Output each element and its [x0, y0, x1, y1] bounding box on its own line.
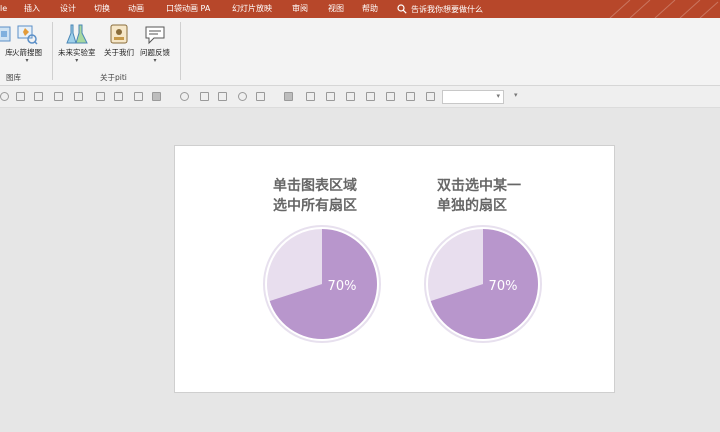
tab-review[interactable]: 审阅 [292, 0, 308, 18]
shape-icon[interactable] [238, 92, 247, 101]
pie-data-label: 70% [328, 279, 357, 294]
more-options-icon[interactable]: ▾ [514, 91, 518, 99]
tab-view[interactable]: 视图 [328, 0, 344, 18]
title-bar-pattern [609, 0, 719, 18]
pie-chart-right[interactable]: 70% [423, 224, 543, 344]
tab-slideshow[interactable]: 幻灯片放映 [232, 0, 272, 18]
caption-left-line-1: 单击图表区域 [273, 178, 357, 194]
tab-transitions[interactable]: 切换 [94, 0, 110, 18]
feedback-icon [145, 26, 165, 45]
tab-file[interactable]: le [0, 0, 7, 18]
group-label-gallery: 图库 [6, 73, 21, 82]
slide-canvas[interactable]: 单击图表区域 选中所有扇区 双击选中某一 单独的扇区 70% 70% [174, 145, 615, 393]
format-painter-icon[interactable] [284, 92, 293, 101]
tell-me-text: 告诉我你想要做什么 [411, 4, 483, 14]
rotate-icon[interactable] [0, 92, 9, 101]
caption-left: 单击图表区域 选中所有扇区 [273, 176, 357, 216]
position-icon[interactable] [386, 92, 395, 101]
font-size-select[interactable]: ▾ [442, 90, 504, 104]
menu-bar: le 插入 设计 切换 动画 口袋动画 PA 幻灯片放映 审阅 视图 帮助 告诉… [0, 0, 720, 18]
pie-data-label: 70% [489, 279, 518, 294]
caption-right: 双击选中某一 单独的扇区 [437, 176, 521, 216]
group-icon[interactable] [34, 92, 43, 101]
pointer-icon[interactable] [306, 92, 315, 101]
chevron-down-icon: ▾ [75, 57, 79, 64]
merge-icon[interactable] [256, 92, 265, 101]
about-icon [110, 24, 128, 44]
chevron-down-icon: ▾ [25, 57, 29, 64]
rocket-search-button[interactable]: 火箭搜图 ▾ [12, 23, 42, 64]
quick-toolbar: ▾ ▾ [0, 86, 720, 108]
size-icon[interactable] [366, 92, 375, 101]
caption-left-line-2: 选中所有扇区 [273, 198, 357, 214]
ungroup-icon[interactable] [54, 92, 63, 101]
send-backward-icon[interactable] [346, 92, 355, 101]
align-center-icon[interactable] [114, 92, 123, 101]
tell-me-box[interactable]: 告诉我你想要做什么 [397, 0, 483, 18]
rocket-icon [17, 25, 38, 45]
chevron-down-icon: ▾ [496, 92, 500, 100]
bring-forward-icon[interactable] [326, 92, 335, 101]
about-us-label: 关于我们 [104, 48, 134, 57]
distribute-icon[interactable] [74, 92, 83, 101]
ribbon: 库 火箭搜图 ▾ 未来实验室 ▾ 关于我们 问题反馈 ▾ 图库 关于piti [0, 18, 720, 86]
group-label-about: 关于piti [100, 73, 127, 82]
page-icon[interactable] [426, 92, 435, 101]
fill-icon[interactable] [152, 92, 161, 101]
feedback-button[interactable]: 问题反馈 ▾ [140, 23, 170, 64]
tab-animations[interactable]: 动画 [128, 0, 144, 18]
caption-right-line-1: 双击选中某一 [437, 178, 521, 194]
search-icon [397, 4, 407, 14]
chevron-down-icon: ▾ [153, 57, 157, 64]
caption-right-line-2: 单独的扇区 [437, 198, 507, 214]
mirror-icon[interactable] [218, 92, 227, 101]
ribbon-separator [180, 22, 181, 80]
pie-chart-left[interactable]: 70% [262, 224, 382, 344]
width-icon[interactable] [406, 92, 415, 101]
about-us-button[interactable]: 关于我们 [104, 23, 134, 58]
tab-insert[interactable]: 插入 [24, 0, 40, 18]
align-left-icon[interactable] [96, 92, 105, 101]
crop-icon[interactable] [134, 92, 143, 101]
ribbon-separator [52, 22, 53, 80]
flask-icon [66, 24, 88, 44]
tab-design[interactable]: 设计 [60, 0, 76, 18]
tab-help[interactable]: 帮助 [362, 0, 378, 18]
flip-icon[interactable] [200, 92, 209, 101]
circle-icon[interactable] [180, 92, 189, 101]
align-icon[interactable] [16, 92, 25, 101]
tab-pocket-animation[interactable]: 口袋动画 PA [166, 0, 210, 18]
future-lab-button[interactable]: 未来实验室 ▾ [58, 23, 96, 64]
